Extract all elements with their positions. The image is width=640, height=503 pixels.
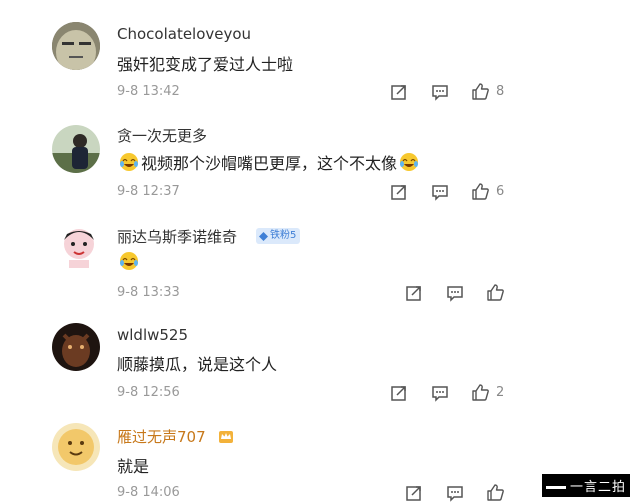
comment-text: 视频那个沙帽嘴巴更厚，这个不太像 — [117, 150, 421, 174]
username[interactable]: wldlw525 — [117, 326, 188, 344]
comment-time: 9-8 14:06 — [117, 485, 180, 500]
comment-button[interactable] — [446, 484, 464, 502]
watermark-text: 一言二拍 — [569, 480, 626, 495]
like-button[interactable]: 6 — [471, 182, 504, 201]
username[interactable]: 雁过无声707 — [117, 426, 206, 447]
comment-actions: 8 — [390, 82, 504, 101]
comment-text: 就是 — [117, 453, 149, 477]
like-count: 8 — [496, 84, 505, 99]
repost-icon — [391, 184, 406, 200]
fan-badge-label: 铁粉5 — [270, 230, 297, 241]
avatar[interactable] — [52, 22, 100, 70]
comment-actions — [405, 283, 505, 302]
like-button[interactable] — [486, 483, 505, 502]
repost-icon — [406, 285, 421, 301]
username[interactable]: Chocolateloveyou — [117, 25, 251, 43]
like-button[interactable]: 8 — [471, 82, 504, 101]
vip-crown-icon — [219, 431, 233, 443]
laugh-cry-emoji — [400, 153, 419, 171]
comment-text-content: 就是 — [117, 457, 150, 476]
comment-actions: 6 — [390, 182, 504, 201]
like-icon — [487, 484, 504, 501]
comment-icon — [432, 84, 448, 101]
comment-item: wldlw525 顺藤摸瓜，说是这个人 9-8 12:56 2 — [0, 310, 640, 410]
comment-time: 9-8 13:33 — [117, 285, 180, 300]
repost-button[interactable] — [390, 183, 408, 201]
comment-text-content: 视频那个沙帽嘴巴更厚，这个不太像 — [141, 154, 398, 173]
like-button[interactable]: 2 — [471, 383, 504, 402]
laugh-cry-emoji — [120, 252, 138, 270]
comment-text — [117, 251, 141, 271]
comment-item: 丽达乌斯季诺维奇 铁粉5 9-8 13:33 — [0, 210, 640, 310]
like-icon — [472, 183, 489, 200]
comment-time: 9-8 12:56 — [117, 385, 180, 400]
diamond-icon — [259, 231, 268, 241]
like-count: 2 — [496, 385, 505, 400]
comment-text: 顺藤摸瓜，说是这个人 — [117, 351, 277, 375]
comment-button[interactable] — [446, 284, 464, 302]
comment-button[interactable] — [431, 183, 449, 201]
repost-icon — [391, 385, 406, 401]
comment-time: 9-8 13:42 — [117, 84, 180, 99]
avatar[interactable] — [52, 323, 100, 371]
comment-actions: 2 — [390, 383, 504, 402]
laugh-cry-emoji — [120, 153, 138, 171]
repost-button[interactable] — [405, 284, 423, 302]
comment-text: 强奸犯变成了爱过人士啦 — [117, 51, 293, 75]
username[interactable]: 贪一次无更多 — [117, 125, 207, 146]
comment-actions — [405, 483, 505, 502]
like-icon — [487, 284, 504, 301]
comment-item: Chocolateloveyou 强奸犯变成了爱过人士啦 9-8 13:42 8 — [0, 0, 640, 110]
comment-item: 贪一次无更多 视频那个沙帽嘴巴更厚，这个不太像 9-8 12:37 6 — [0, 110, 640, 210]
comment-icon — [432, 184, 448, 201]
repost-icon — [406, 485, 421, 501]
avatar[interactable] — [55, 222, 103, 270]
like-icon — [472, 83, 489, 100]
fan-badge: 铁粉5 — [256, 228, 301, 244]
comment-icon — [432, 385, 448, 402]
repost-button[interactable] — [405, 484, 423, 502]
comment-button[interactable] — [431, 384, 449, 402]
comment-button[interactable] — [431, 83, 449, 101]
like-icon — [472, 384, 489, 401]
comment-time: 9-8 12:37 — [117, 184, 180, 199]
avatar[interactable] — [52, 423, 100, 471]
comment-text-content: 顺藤摸瓜，说是这个人 — [117, 355, 278, 374]
comment-text-content: 强奸犯变成了爱过人士啦 — [117, 55, 294, 74]
watermark: 一言二拍 — [541, 474, 630, 497]
like-count: 6 — [496, 184, 505, 199]
comment-icon — [447, 285, 463, 302]
like-button[interactable] — [486, 283, 505, 302]
repost-icon — [391, 84, 406, 100]
watermark-mark — [545, 486, 566, 489]
comment-icon — [447, 485, 463, 502]
avatar[interactable] — [52, 125, 100, 173]
username[interactable]: 丽达乌斯季诺维奇 — [117, 226, 237, 247]
repost-button[interactable] — [390, 384, 408, 402]
repost-button[interactable] — [390, 83, 408, 101]
